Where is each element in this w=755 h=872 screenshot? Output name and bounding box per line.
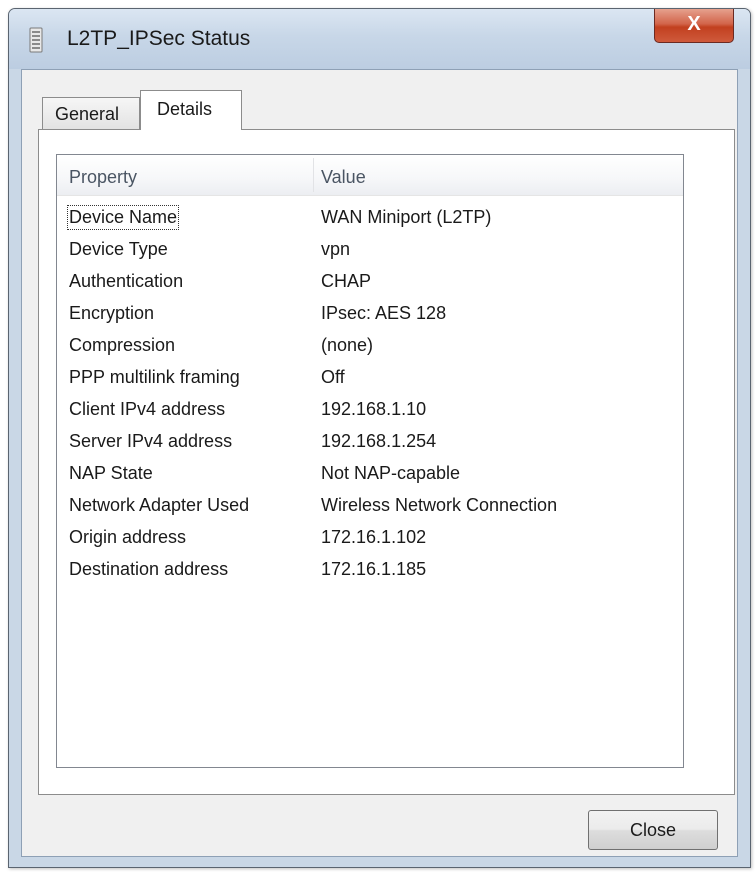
value-cell: Wireless Network Connection (321, 495, 558, 515)
table-row[interactable]: NAP State Not NAP-capable (57, 459, 683, 491)
tab-general-label: General (55, 104, 120, 124)
column-divider[interactable] (313, 158, 314, 192)
dialog-body: General Details Property Value Device Na… (21, 69, 738, 857)
table-row[interactable]: Device Type vpn (57, 235, 683, 267)
value-cell: WAN Miniport (L2TP) (321, 207, 492, 227)
value-cell: Not NAP-capable (321, 463, 461, 483)
value-cell: vpn (321, 239, 351, 259)
property-cell: Encryption (69, 303, 155, 323)
property-cell: Device Name (66, 205, 180, 230)
tab-details[interactable]: Details (140, 90, 242, 130)
value-cell: IPsec: AES 128 (321, 303, 447, 323)
window-close-button[interactable]: X (654, 9, 734, 43)
property-cell: NAP State (69, 463, 153, 483)
table-row[interactable]: Encryption IPsec: AES 128 (57, 299, 683, 331)
property-cell: Compression (69, 335, 176, 355)
value-cell: 172.16.1.102 (321, 527, 427, 547)
property-cell: Network Adapter Used (69, 495, 250, 515)
table-row[interactable]: Origin address 172.16.1.102 (57, 523, 683, 555)
value-cell: Off (321, 367, 345, 387)
table-row[interactable]: Server IPv4 address 192.168.1.254 (57, 427, 683, 459)
table-row[interactable]: Compression (none) (57, 331, 683, 363)
table-row[interactable]: PPP multilink framing Off (57, 363, 683, 395)
table-row[interactable]: Destination address 172.16.1.185 (57, 555, 683, 587)
tab-details-label: Details (157, 99, 213, 119)
table-row[interactable]: Network Adapter Used Wireless Network Co… (57, 491, 683, 523)
property-cell: Device Type (69, 239, 168, 259)
table-row[interactable]: Device Name WAN Miniport (L2TP) (57, 203, 683, 235)
list-header: Property Value (57, 155, 683, 196)
details-list[interactable]: Property Value Device Name WAN Miniport … (56, 154, 684, 768)
table-row[interactable]: Client IPv4 address 192.168.1.10 (57, 395, 683, 427)
status-dialog: L2TP_IPSec Status X General Details Prop… (8, 8, 751, 868)
close-icon: X (687, 13, 701, 35)
property-cell: Server IPv4 address (69, 431, 233, 451)
close-button[interactable]: Close (588, 810, 718, 850)
value-cell: CHAP (321, 271, 372, 291)
tab-general[interactable]: General (42, 97, 140, 129)
column-header-value[interactable]: Value (321, 167, 366, 188)
property-cell: PPP multilink framing (69, 367, 240, 387)
title-bar[interactable]: L2TP_IPSec Status X (9, 9, 750, 69)
value-cell: 172.16.1.185 (321, 559, 427, 579)
value-cell: (none) (321, 335, 374, 355)
table-row[interactable]: Authentication CHAP (57, 267, 683, 299)
column-header-property[interactable]: Property (69, 167, 137, 188)
property-cell: Destination address (69, 559, 229, 579)
property-cell: Authentication (69, 271, 184, 291)
value-cell: 192.168.1.254 (321, 431, 437, 451)
value-cell: 192.168.1.10 (321, 399, 427, 419)
window-title: L2TP_IPSec Status (67, 27, 251, 50)
property-cell: Origin address (69, 527, 187, 547)
network-status-icon (29, 27, 43, 53)
property-cell: Client IPv4 address (69, 399, 226, 419)
